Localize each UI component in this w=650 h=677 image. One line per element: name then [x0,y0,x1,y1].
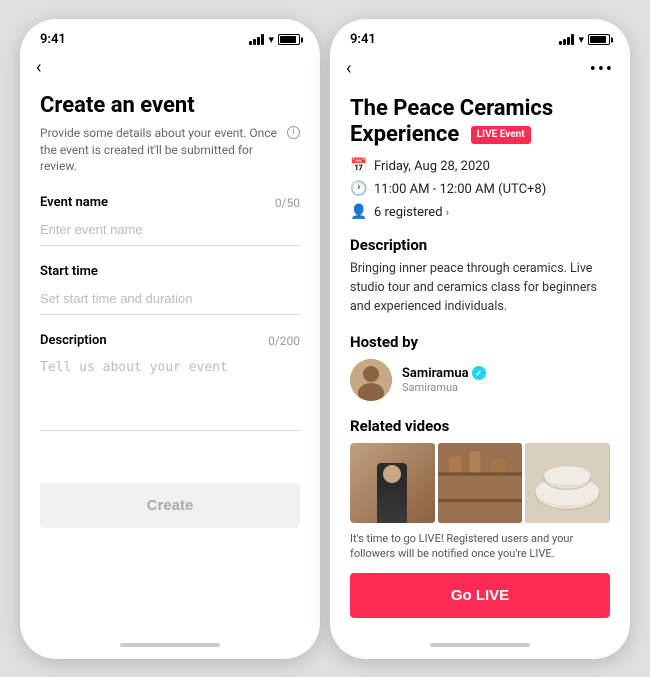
registered-count[interactable]: 6 registered › [374,205,449,220]
start-time-input[interactable] [40,285,300,315]
go-live-button[interactable]: Go LIVE [350,573,610,618]
chevron-right-icon: › [446,206,449,219]
status-bar-right: 9:41 ▾ [330,19,630,55]
verified-icon: ✓ [472,366,486,380]
clock-icon: 🕐 [350,181,366,197]
nav-bar-left: ‹ [20,55,320,85]
event-title: The Peace Ceramics Experience LIVE Event [350,96,610,149]
related-videos-title: Related videos [350,417,610,435]
date-row: 📅 Friday, Aug 28, 2020 [350,158,610,174]
calendar-icon: 📅 [350,158,366,174]
video-thumb-1[interactable] [350,443,435,523]
back-button-left[interactable]: ‹ [36,59,41,77]
description-label: Description [40,333,107,348]
right-phone: 9:41 ▾ ‹ ••• The Pe [330,19,630,659]
event-time: 11:00 AM - 12:00 AM (UTC+8) [374,182,546,197]
bowls-svg [525,443,610,523]
registered-row[interactable]: 👤 6 registered › [350,204,610,220]
description-field: Description 0/200 [40,333,300,435]
avatar-svg [350,359,392,401]
video-thumb-2[interactable] [438,443,523,523]
avatar [350,359,392,401]
shelf-svg [438,443,523,523]
event-meta: 📅 Friday, Aug 28, 2020 🕐 11:00 AM - 12:0… [350,158,610,220]
event-description-text: Bringing inner peace through ceramics. L… [350,260,610,316]
status-bar-left: 9:41 ▾ [20,19,320,55]
more-options-button[interactable]: ••• [590,59,614,80]
host-name: Samiramua ✓ [402,366,486,381]
status-icons-right: ▾ [559,33,610,46]
home-indicator-right [330,631,630,659]
time-row: 🕐 11:00 AM - 12:00 AM (UTC+8) [350,181,610,197]
page-subtitle: Provide some details about your event. O… [40,125,300,175]
wifi-icon: ▾ [268,33,274,46]
host-row[interactable]: Samiramua ✓ Samiramua [350,359,610,401]
home-indicator-left [20,631,320,659]
description-section-title: Description [350,236,610,254]
related-videos [350,443,610,523]
wifi-icon-right: ▾ [578,33,584,46]
status-icons-left: ▾ [249,33,300,46]
live-badge: LIVE Event [471,126,531,144]
go-live-notice: It's time to go LIVE! Registered users a… [350,531,610,562]
left-phone: 9:41 ▾ ‹ Create an event [20,19,320,659]
info-icon[interactable]: i [287,126,300,139]
battery-icon-right [588,34,610,45]
status-time-right: 9:41 [350,32,376,47]
signal-icon [249,34,264,45]
hosted-by-title: Hosted by [350,333,610,351]
event-date: Friday, Aug 28, 2020 [374,159,490,174]
create-button[interactable]: Create [40,483,300,528]
person-icon: 👤 [350,204,366,220]
start-time-label: Start time [40,264,98,279]
description-counter: 0/200 [268,334,300,348]
event-name-counter: 0/50 [275,196,300,210]
host-handle: Samiramua [402,381,486,394]
create-event-screen: Create an event Provide some details abo… [20,85,320,631]
battery-icon [278,34,300,45]
back-button-right[interactable]: ‹ [346,60,351,78]
event-name-input[interactable] [40,216,300,246]
event-name-field: Event name 0/50 [40,195,300,246]
status-time-left: 9:41 [40,32,66,47]
event-detail-screen: The Peace Ceramics Experience LIVE Event… [330,88,630,631]
start-time-field: Start time [40,264,300,315]
page-title-left: Create an event [40,93,300,119]
nav-bar-right: ‹ ••• [330,55,630,88]
host-info: Samiramua ✓ Samiramua [402,366,486,394]
description-input[interactable] [40,354,300,431]
video-thumb-3[interactable] [525,443,610,523]
event-name-label: Event name [40,195,108,210]
signal-icon-right [559,34,574,45]
